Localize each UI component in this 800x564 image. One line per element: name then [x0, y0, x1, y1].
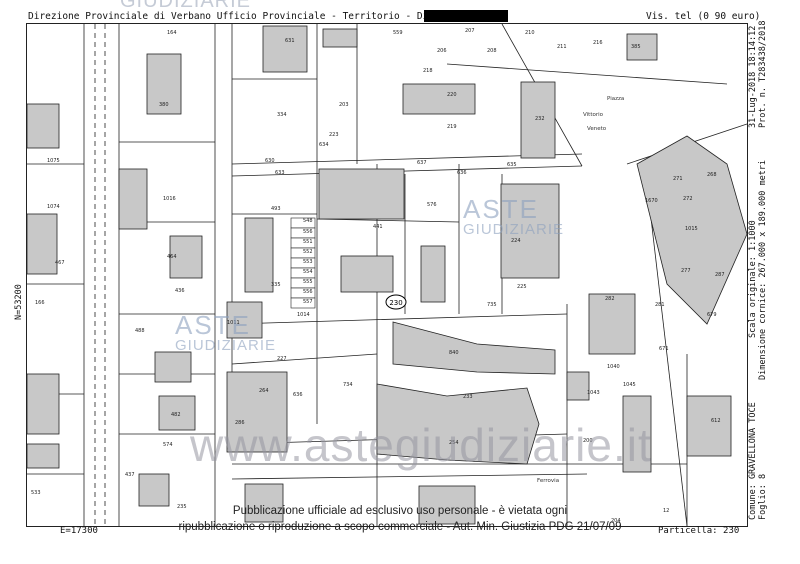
- parcel-number: 493: [271, 206, 281, 212]
- parcel-number: 334: [277, 112, 287, 118]
- parcel-number: 264: [259, 388, 269, 394]
- parcel-number: 277: [681, 268, 691, 274]
- parcel-number: 1045: [623, 382, 636, 388]
- parcel-number: 1014: [297, 312, 310, 318]
- parcel-number: 467: [55, 260, 65, 266]
- parcel-number: 268: [707, 172, 717, 178]
- parcel-number: 287: [715, 272, 725, 278]
- header-right: Vis. tel (0 90 euro): [646, 11, 761, 22]
- parcel-number: 553: [303, 259, 313, 265]
- watermark-logo: ASTE GIUDIZIARIE: [175, 310, 277, 354]
- parcel-number: 437: [125, 472, 135, 478]
- parcel-number: 636: [293, 392, 303, 398]
- parcel-number: 1016: [163, 196, 176, 202]
- parcel-number: 211: [557, 44, 567, 50]
- parcel-number: 734: [343, 382, 353, 388]
- parcel-number: 1075: [47, 158, 60, 164]
- parcel-number: 271: [673, 176, 683, 182]
- parcel-number: 548: [303, 218, 313, 224]
- parcel-number: 679: [707, 312, 717, 318]
- street-label: Veneto: [587, 126, 607, 132]
- street-label: Ferrovia: [537, 478, 559, 484]
- street-label: Piazza: [607, 96, 624, 102]
- foglio-label: Foglio: 8: [758, 473, 768, 520]
- parcel-number: 208: [487, 48, 497, 54]
- parcel-number: 233: [463, 394, 473, 400]
- parcel-number: 220: [447, 92, 457, 98]
- notice-line-2: ripubblicazione o riproduzione a scopo c…: [178, 521, 622, 533]
- redacted-name: [424, 10, 508, 22]
- parcel-number: 216: [593, 40, 603, 46]
- parcel-number: 634: [319, 142, 329, 148]
- parcel-number: 574: [163, 442, 173, 448]
- parcel-number: 482: [171, 412, 181, 418]
- particella-text: Particella: 230: [658, 526, 740, 536]
- parcel-number: 552: [303, 249, 313, 255]
- parcel-number: 631: [285, 38, 295, 44]
- parcel-number: 576: [427, 202, 437, 208]
- highlighted-parcel-label: 230: [389, 299, 402, 307]
- parcel-number: 636: [457, 170, 467, 176]
- parcel-number: 1074: [47, 204, 60, 210]
- parcel-number: 464: [167, 254, 177, 260]
- parcel-number: 441: [373, 224, 383, 230]
- parcel-number: 223: [329, 132, 339, 138]
- parcel-number: 735: [487, 302, 497, 308]
- parcel-number: 637: [417, 160, 427, 166]
- parcel-number: 556: [303, 289, 313, 295]
- parcel-number: 635: [507, 162, 517, 168]
- east-coordinate: E=17300: [60, 526, 98, 536]
- parcel-number: 272: [683, 196, 693, 202]
- parcel-number: 335: [271, 282, 281, 288]
- parcel-number: 224: [511, 238, 521, 244]
- parcel-number: 1043: [587, 390, 600, 396]
- parcel-number: 488: [135, 328, 145, 334]
- parcel-number: 551: [303, 239, 313, 245]
- parcel-number: 166: [35, 300, 45, 306]
- parcel-number: 282: [605, 296, 615, 302]
- watermark-logo: ASTE GIUDIZIARIE: [463, 194, 565, 238]
- parcel-number: 281: [655, 302, 665, 308]
- parcel-number: 554: [303, 269, 313, 275]
- parcel-number: 557: [303, 299, 313, 305]
- street-label: Vittorio: [583, 112, 604, 118]
- parcel-number: 671: [659, 346, 669, 352]
- north-coordinate: N=53200: [14, 284, 24, 320]
- parcel-number: 380: [159, 102, 169, 108]
- watermark-site: www.astegiudiziarie.it: [190, 419, 652, 471]
- parcel-number: 203: [339, 102, 349, 108]
- parcel-number: 385: [631, 44, 641, 50]
- parcel-number: 630: [265, 158, 275, 164]
- parcel-number: 555: [303, 279, 313, 285]
- scale-label: Scala originale: 1:1000: [748, 220, 758, 338]
- parcel-number: 533: [31, 490, 41, 496]
- parcel-number: 633: [275, 170, 285, 176]
- parcel-number: 207: [465, 28, 475, 34]
- parcel-number: 612: [711, 418, 721, 424]
- parcel-number: 556: [303, 229, 313, 235]
- datetime-label: 31-Lug-2018 18:14:12: [748, 25, 758, 128]
- parcel-number: 164: [167, 30, 177, 36]
- parcel-number: 206: [437, 48, 447, 54]
- notice-line-1: Pubblicazione ufficiale ad esclusivo uso…: [232, 505, 568, 517]
- particella-label: Particella: 230: [658, 526, 739, 536]
- parcel-number: 227: [277, 356, 287, 362]
- frame-size-label: Dimensione cornice: 267.000 x 189.000 me…: [758, 159, 768, 380]
- protocol-label: Prot. n. T283438/2018: [758, 20, 768, 128]
- parcel-number: 232: [535, 116, 545, 122]
- parcel-number: 1015: [685, 226, 698, 232]
- parcel-number: 225: [517, 284, 527, 290]
- comune-label: Comune: GRAVELLONA TOCE: [748, 402, 758, 520]
- parcel-number: 436: [175, 288, 185, 294]
- parcel-number: 218: [423, 68, 433, 74]
- parcel-number: 12: [663, 508, 669, 514]
- parcel-number: 210: [525, 30, 535, 36]
- watermark-top: GIUDIZIARIE: [120, 0, 252, 12]
- parcel-number: 219: [447, 124, 457, 130]
- parcel-number: 559: [393, 30, 403, 36]
- parcel-number: 1670: [645, 198, 658, 204]
- parcel-number: 840: [449, 350, 459, 356]
- parcel-number: 1040: [607, 364, 620, 370]
